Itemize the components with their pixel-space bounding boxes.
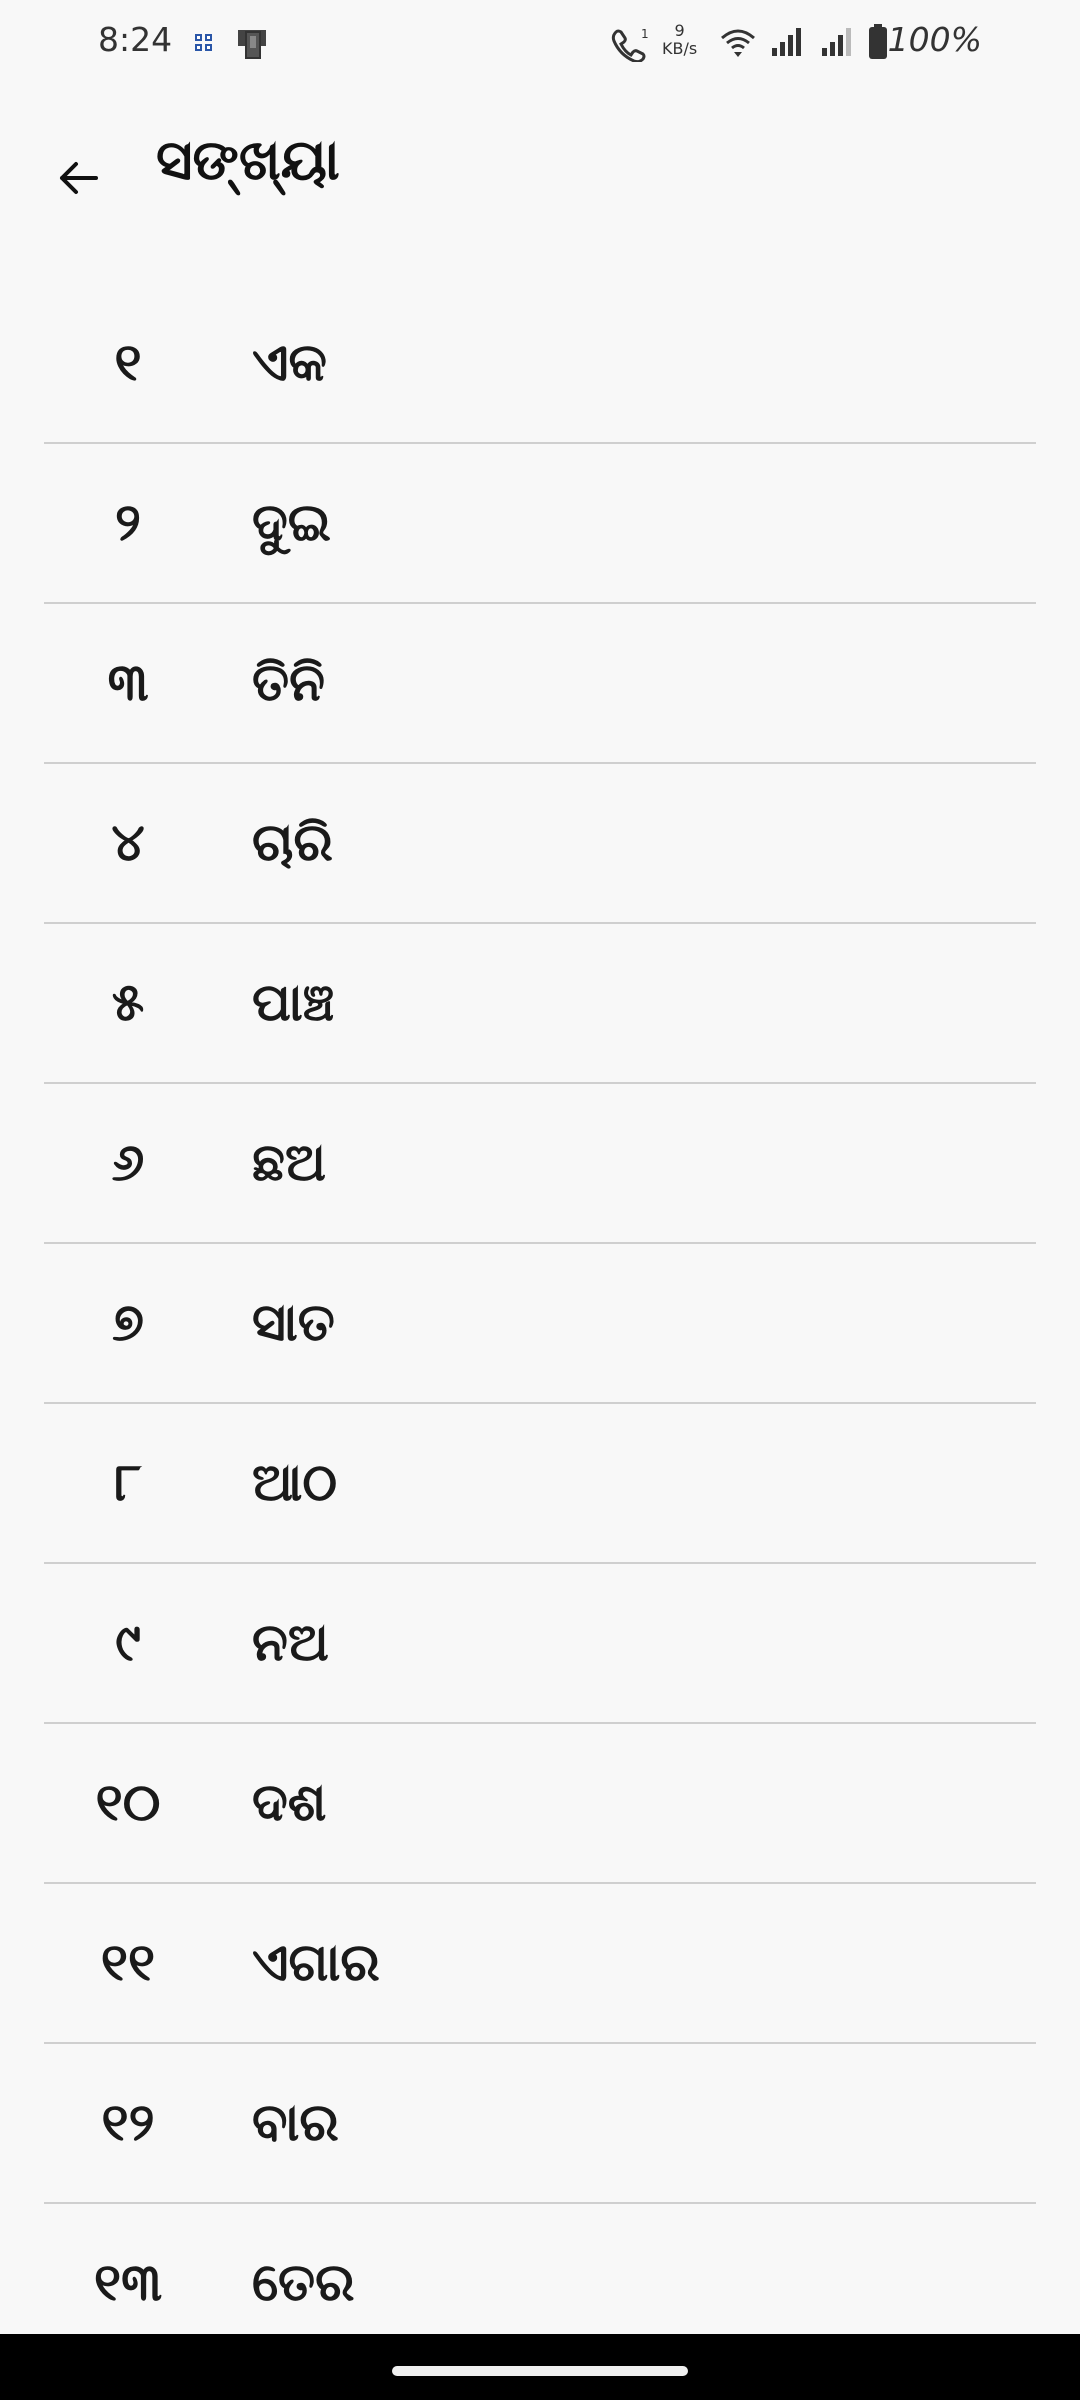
item-word: ସାତ [252, 1293, 335, 1353]
list-item[interactable]: ୪ ଚାରି [44, 764, 1036, 924]
item-digit: ୫ [111, 973, 145, 1033]
item-word: ତିନି [252, 653, 325, 713]
item-word: ନଅ [252, 1613, 329, 1673]
app-grid-notification-icon [194, 33, 214, 57]
signal-sim2-icon [820, 26, 854, 62]
list-item[interactable]: ୩ ତିନି [44, 604, 1036, 764]
list-item[interactable]: ୭ ସାତ [44, 1244, 1036, 1404]
home-indicator[interactable] [392, 2366, 688, 2376]
item-digit: ୭ [112, 1293, 144, 1353]
phone-manager-notification-icon [236, 26, 270, 64]
arrow-left-icon [60, 162, 98, 194]
back-button[interactable] [40, 140, 116, 216]
item-word: ଏକ [252, 333, 327, 393]
list-item[interactable]: ୧୧ ଏଗାର [44, 1884, 1036, 2044]
item-word: ଏଗାର [252, 1933, 380, 1993]
status-bar: 8:24 1 9 KB/s 100% [0, 0, 1080, 86]
navigation-bar [0, 2334, 1080, 2400]
page-title: ସଙ୍ଖ୍ୟା [156, 128, 340, 193]
list-item[interactable]: ୧ ଏକ [44, 284, 1036, 444]
item-digit: ୧୦ [95, 1773, 161, 1833]
signal-sim1-icon [770, 26, 804, 62]
list-item[interactable]: ୫ ପାଞ୍ଚ [44, 924, 1036, 1084]
network-speed: 9 KB/s [662, 22, 697, 58]
svg-text:1: 1 [641, 27, 649, 41]
network-speed-unit: KB/s [662, 39, 698, 58]
battery-percentage: 100% [887, 20, 982, 59]
wifi-calling-icon: 1 [610, 26, 650, 66]
item-word: ପାଞ୍ଚ [252, 973, 335, 1033]
item-word: ଦଶ [252, 1773, 327, 1833]
item-digit: ୩ [107, 653, 149, 713]
list-item[interactable]: ୨ ଦୁଇ [44, 444, 1036, 604]
list-item[interactable]: ୧୦ ଦଶ [44, 1724, 1036, 1884]
item-digit: ୮ [114, 1453, 142, 1513]
item-digit: ୨ [115, 493, 141, 553]
item-word: ଛଅ [252, 1133, 326, 1193]
list-item[interactable]: ୬ ଛଅ [44, 1084, 1036, 1244]
item-digit: ୯ [115, 1613, 141, 1673]
item-word: ଦୁଇ [252, 493, 332, 553]
item-digit: ୧୨ [101, 2093, 155, 2153]
list-item[interactable]: ୧୨ ବାର [44, 2044, 1036, 2204]
list-item[interactable]: ୮ ଆଠ [44, 1404, 1036, 1564]
item-digit: ୧୧ [100, 1933, 156, 1993]
app-bar: ସଙ୍ଖ୍ୟା [0, 100, 1080, 250]
item-word: ବାର [252, 2093, 339, 2153]
battery-icon [868, 24, 888, 64]
item-digit: ୧ [114, 333, 142, 393]
list-item[interactable]: ୯ ନଅ [44, 1564, 1036, 1724]
screen: 8:24 1 9 KB/s 100% ସଙ୍ଖ୍ୟା ୧ ଏକ ୨ ଦୁଇ ୩ … [0, 0, 1080, 2400]
number-list: ୧ ଏକ ୨ ଦୁଇ ୩ ତିନି ୪ ଚାରି ୫ ପାଞ୍ଚ ୬ ଛଅ ୭ … [44, 284, 1036, 2364]
item-digit: ୬ [111, 1133, 145, 1193]
network-speed-value: 9 [674, 21, 685, 40]
status-time: 8:24 [98, 20, 173, 59]
item-word: ଆଠ [252, 1453, 338, 1513]
item-word: ଚାରି [252, 813, 333, 873]
item-digit: ୪ [111, 813, 145, 873]
wifi-icon [720, 28, 756, 62]
